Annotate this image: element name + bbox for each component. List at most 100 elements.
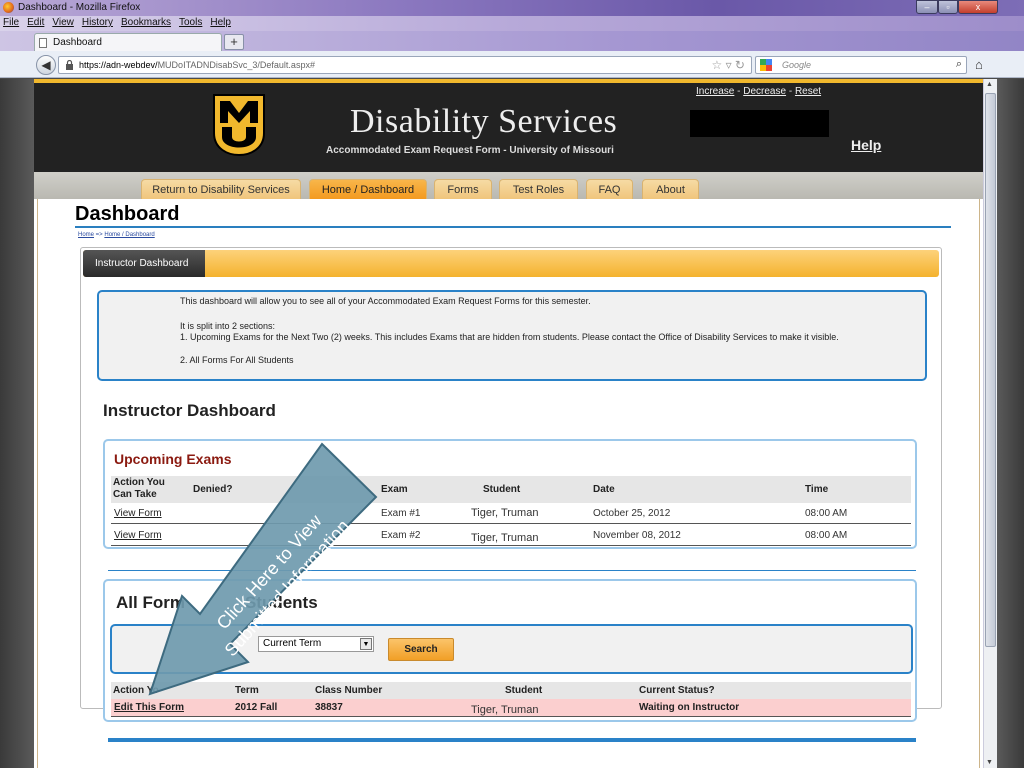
row-exam: Exam #2 bbox=[381, 530, 421, 541]
tab-about[interactable]: About bbox=[642, 179, 699, 199]
decrease-font-link[interactable]: Decrease bbox=[743, 86, 786, 97]
col-denied: Denied? bbox=[193, 484, 233, 495]
col-date: Date bbox=[593, 484, 615, 495]
menu-history[interactable]: History bbox=[78, 16, 117, 28]
scroll-down-icon[interactable]: ▼ bbox=[986, 759, 993, 766]
home-icon[interactable]: ⌂ bbox=[975, 57, 983, 72]
upcoming-exams-box: Upcoming Exams Action You Can Take Denie… bbox=[103, 439, 917, 549]
col-action: Action Yo bbox=[113, 685, 159, 696]
chevron-down-icon[interactable]: ▼ bbox=[360, 638, 372, 650]
row-time: 08:00 AM bbox=[805, 530, 848, 541]
row-status: Waiting on Instructor bbox=[639, 702, 740, 713]
menu-edit[interactable]: Edit bbox=[23, 16, 48, 28]
menu-tools[interactable]: Tools bbox=[175, 16, 206, 28]
col-time: Time bbox=[805, 484, 829, 495]
upcoming-exams-title: Upcoming Exams bbox=[114, 451, 232, 467]
edit-this-form-link[interactable]: Edit This Form bbox=[114, 702, 184, 713]
google-icon bbox=[760, 59, 772, 71]
col-class-number: Class Number bbox=[315, 685, 383, 696]
reset-font-link[interactable]: Reset bbox=[795, 86, 821, 97]
browser-tab-bar: Dashboard + bbox=[0, 31, 1024, 51]
row-time: 08:00 AM bbox=[805, 508, 848, 519]
vertical-scrollbar[interactable]: ▲ ▼ bbox=[983, 79, 997, 768]
col-student: Student bbox=[505, 685, 543, 696]
back-arrow-icon: ◀ bbox=[41, 58, 51, 72]
table-row: Edit This Form 2012 Fall 38837 Tiger, Tr… bbox=[111, 699, 911, 717]
view-form-link[interactable]: View Form bbox=[114, 530, 162, 541]
back-button[interactable]: ◀ bbox=[36, 55, 56, 75]
intro-line: 1. Upcoming Exams for the Next Two (2) w… bbox=[180, 332, 839, 342]
section-divider bbox=[108, 570, 916, 571]
row-date: October 25, 2012 bbox=[593, 508, 671, 519]
url-path: MUDoITADNDisabSvc_3/Default.aspx# bbox=[157, 60, 315, 70]
breadcrumb-current[interactable]: Home / Dashboard bbox=[104, 232, 154, 238]
row-student: Tiger, Truman bbox=[471, 704, 539, 716]
maximize-button[interactable]: ▫ bbox=[938, 0, 958, 14]
font-sep: - bbox=[734, 86, 744, 97]
site-header: Disability Services Accommodated Exam Re… bbox=[34, 79, 983, 172]
forms-table-header: Action Yo Term Class Number Student Curr… bbox=[111, 682, 911, 699]
mizzou-logo-icon bbox=[213, 94, 265, 157]
all-forms-title-left: All Form bbox=[116, 593, 185, 612]
lock-icon bbox=[66, 60, 73, 70]
panel-tab-bar: Instructor Dashboard bbox=[83, 250, 939, 277]
view-form-link[interactable]: View Form bbox=[114, 508, 162, 519]
col-exam: Exam bbox=[381, 484, 408, 495]
term-select[interactable]: Current Term ▼ bbox=[258, 636, 374, 652]
breadcrumb-arrow: => bbox=[94, 232, 105, 238]
col-action: Action You Can Take bbox=[113, 477, 165, 500]
tab-test-roles[interactable]: Test Roles bbox=[499, 179, 578, 199]
breadcrumb-home[interactable]: Home bbox=[78, 232, 94, 238]
section-title: Instructor Dashboard bbox=[103, 401, 276, 420]
font-size-controls: Increase - Decrease - Reset bbox=[696, 86, 821, 97]
tab-return-to-disability-services[interactable]: Return to Disability Services bbox=[141, 179, 301, 199]
tab-forms[interactable]: Forms bbox=[434, 179, 492, 199]
window-titlebar: Dashboard - Mozilla Firefox – ▫ x bbox=[0, 0, 1024, 16]
intro-box: This dashboard will allow you to see all… bbox=[97, 290, 927, 381]
navigation-toolbar: ◀ https://adn-webdev/MUDoITADNDisabSvc_3… bbox=[0, 51, 1024, 78]
bookmark-star-icon[interactable]: ☆ ▿ ↻ bbox=[711, 58, 745, 72]
intro-line: This dashboard will allow you to see all… bbox=[180, 296, 591, 306]
site-subtitle: Accommodated Exam Request Form - Univers… bbox=[326, 145, 614, 156]
browser-tab-title: Dashboard bbox=[53, 37, 102, 48]
search-icon[interactable]: ⌕ bbox=[956, 58, 962, 71]
breadcrumb: Home => Home / Dashboard bbox=[78, 232, 155, 238]
col-student: Student bbox=[483, 484, 521, 495]
row-exam: Exam #1 bbox=[381, 508, 421, 519]
tab-instructor-dashboard[interactable]: Instructor Dashboard bbox=[83, 250, 205, 277]
close-button[interactable]: x bbox=[958, 0, 998, 14]
col-status: Current Status? bbox=[639, 685, 715, 696]
tab-home-dashboard[interactable]: Home / Dashboard bbox=[309, 179, 427, 199]
url-host: https://adn-webdev/ bbox=[79, 60, 158, 70]
upcoming-table-header: Action You Can Take Denied? Exam Student… bbox=[111, 476, 911, 503]
bottom-divider bbox=[108, 738, 916, 742]
row-action-cell: Edit This Form bbox=[114, 702, 184, 713]
table-row: View Form Exam #1 Tiger, Truman October … bbox=[111, 503, 911, 524]
url-bar[interactable]: https://adn-webdev/MUDoITADNDisabSvc_3/D… bbox=[58, 56, 752, 74]
site-tab-nav: Return to Disability Services Home / Das… bbox=[34, 172, 983, 199]
minimize-button[interactable]: – bbox=[916, 0, 938, 14]
tab-faq[interactable]: FAQ bbox=[586, 179, 633, 199]
row-student: Tiger, Truman bbox=[471, 507, 539, 519]
scroll-up-icon[interactable]: ▲ bbox=[986, 81, 993, 88]
site-title: Disability Services bbox=[350, 103, 618, 140]
menu-help[interactable]: Help bbox=[206, 16, 235, 28]
col-term: Term bbox=[235, 685, 259, 696]
table-row: View Form Exam #2 Tiger, Truman November… bbox=[111, 525, 911, 546]
menu-bookmarks[interactable]: Bookmarks bbox=[117, 16, 175, 28]
browser-tab-dashboard[interactable]: Dashboard bbox=[34, 33, 222, 51]
new-tab-button[interactable]: + bbox=[224, 34, 244, 50]
menu-view[interactable]: View bbox=[48, 16, 78, 28]
intro-line: 2. All Forms For All Students bbox=[180, 355, 294, 365]
help-link[interactable]: Help bbox=[851, 137, 881, 153]
search-placeholder: Google bbox=[782, 60, 812, 70]
menu-bar: File Edit View History Bookmarks Tools H… bbox=[0, 16, 1024, 31]
search-box[interactable]: Google ⌕ bbox=[755, 56, 967, 74]
increase-font-link[interactable]: Increase bbox=[696, 86, 734, 97]
search-button[interactable]: Search bbox=[388, 638, 454, 661]
menu-file[interactable]: File bbox=[0, 16, 23, 28]
page-viewport: Disability Services Accommodated Exam Re… bbox=[34, 79, 983, 768]
term-selected-value: Current Term bbox=[263, 638, 322, 649]
row-action-cell: View Form bbox=[114, 530, 162, 541]
scrollbar-thumb[interactable] bbox=[985, 93, 996, 647]
